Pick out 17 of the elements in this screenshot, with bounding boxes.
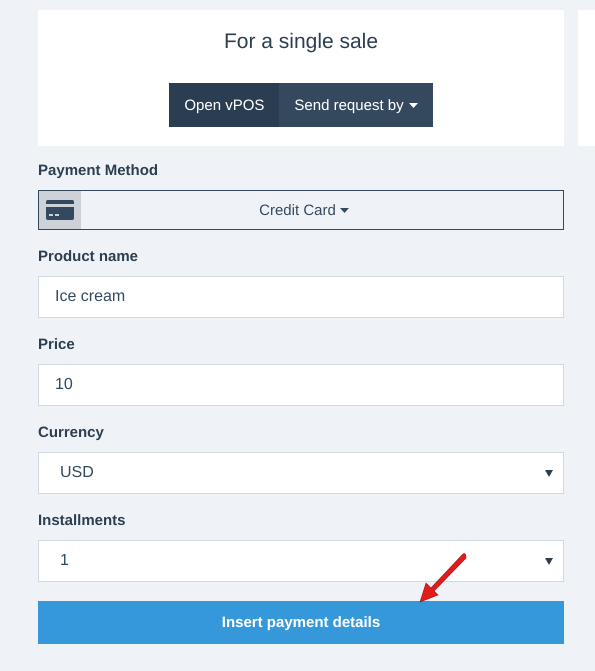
caret-icon [545, 470, 553, 476]
input-field[interactable]: 10 [38, 364, 564, 406]
select-field[interactable]: 1 [38, 540, 564, 582]
field-label: Currency [38, 424, 104, 441]
field-label: Payment Method [38, 162, 158, 179]
field-label: Product name [38, 248, 138, 265]
credit-card-icon [46, 200, 74, 220]
field-label: Installments [38, 512, 126, 529]
card-title: For a single sale [224, 30, 378, 54]
caret-icon [408, 102, 418, 108]
select-field[interactable]: USD [38, 452, 564, 494]
caret-icon [340, 208, 349, 212]
action-button[interactable]: Open vPOS [169, 83, 280, 127]
input-field[interactable]: Ice cream [38, 276, 564, 318]
caret-icon [545, 558, 553, 564]
dropdown-button[interactable]: Send request by [279, 83, 433, 127]
field-label: Price [38, 336, 75, 353]
